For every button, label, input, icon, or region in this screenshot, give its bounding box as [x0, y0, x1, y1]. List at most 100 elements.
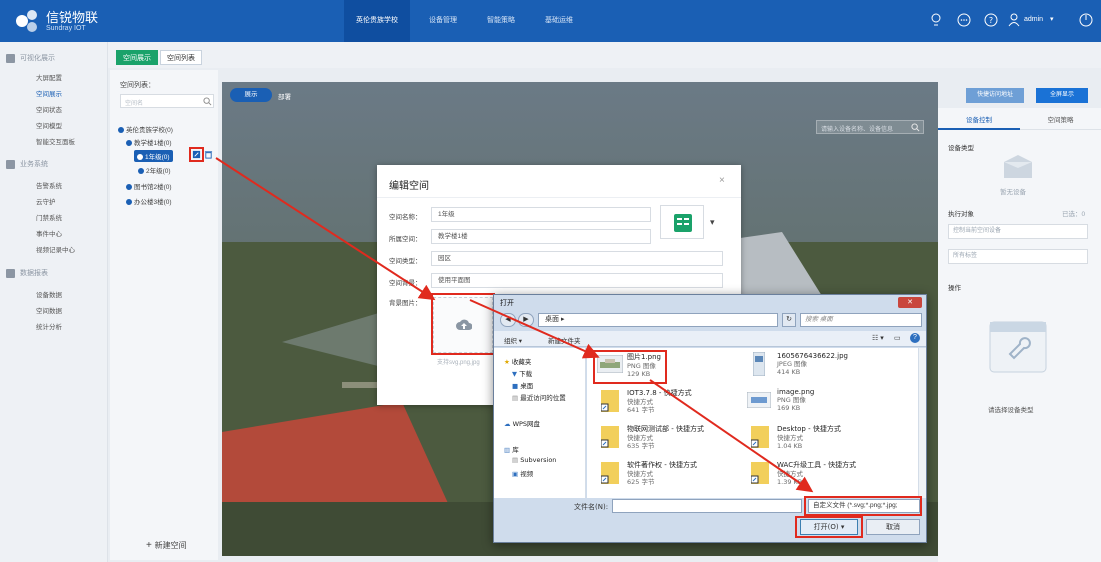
file-name-text: 物联网测试部 - 快捷方式 快捷方式 635 字节 — [627, 424, 747, 450]
delete-icon[interactable] — [204, 150, 213, 159]
nav-ops[interactable]: 基础运维 — [534, 0, 584, 42]
space-name-label: 空间名称： — [389, 214, 422, 221]
download-folder-icon: ▼ — [512, 370, 517, 378]
user-icon[interactable] — [1006, 12, 1022, 28]
tab-space-policy[interactable]: 空间策略 — [1020, 114, 1101, 130]
message-icon[interactable] — [956, 12, 972, 28]
tree-node-label: 图书馆2楼(0) — [134, 184, 172, 191]
refresh-icon[interactable]: ↻ — [782, 313, 796, 327]
tree-node-root[interactable]: 英伦贵族学校(0) — [118, 124, 173, 134]
file-search-input[interactable]: 搜索 桌面 — [800, 313, 922, 327]
sidebar-item-cloud-guard[interactable]: 云守护 — [36, 196, 56, 206]
icon-picker[interactable] — [660, 205, 704, 239]
nav-device-mgmt[interactable]: 设备管理 — [418, 0, 468, 42]
sidebar-item-big-screen[interactable]: 大屏配置 — [36, 72, 62, 82]
file-list-scrollbar[interactable] — [918, 348, 926, 498]
cancel-button[interactable]: 取消 — [866, 519, 920, 535]
sidebar-item-statistics[interactable]: 统计分析 — [36, 321, 62, 331]
nav-recent[interactable]: ▤ 最近访问的位置 — [512, 392, 566, 402]
sidebar-item-space-data[interactable]: 空间数据 — [36, 305, 62, 315]
right-panel: 设备控制 空间策略 设备类型 暂无设备 执行对象 已选：0 控制当前空间设备 所… — [938, 108, 1101, 562]
organize-button[interactable]: 组织 ▾ — [504, 335, 522, 345]
sidebar-item-alarm[interactable]: 告警系统 — [36, 180, 62, 190]
sidebar-item-smart-panel[interactable]: 智能交互面板 — [36, 136, 75, 146]
nav-favorites[interactable]: ★ 收藏夹 — [504, 356, 531, 366]
filename-input[interactable] — [612, 499, 802, 513]
annotation-open-highlight — [795, 516, 863, 538]
nav-smart-policy[interactable]: 智能策略 — [476, 0, 526, 42]
parent-space-select[interactable]: 教学楼1楼 — [431, 229, 651, 244]
sidebar-item-video[interactable]: 视频记录中心 — [36, 244, 75, 254]
empty-box-icon — [1004, 155, 1032, 178]
nav-library-label: 库 — [512, 446, 519, 454]
sidebar-item-access[interactable]: 门禁系统 — [36, 212, 62, 222]
help-icon[interactable]: ? — [910, 333, 920, 343]
nav-wps-cloud[interactable]: ☁ WPS网盘 — [504, 418, 540, 428]
file-name-text: Desktop - 快捷方式 快捷方式 1.04 KB — [777, 424, 887, 450]
space-type-select[interactable]: 园区 — [431, 251, 723, 266]
nav-videos[interactable]: ▣ 视频 — [512, 468, 533, 478]
tag-select[interactable]: 所有标签 — [948, 249, 1088, 264]
dashboard-icon — [6, 54, 15, 63]
space-bg-select[interactable]: 使用平面图 — [431, 273, 723, 288]
quick-access-button[interactable]: 快捷访问地址 — [966, 88, 1024, 103]
forward-button[interactable]: ▶ — [518, 313, 534, 327]
file-size: 169 KB — [777, 404, 801, 412]
nav-downloads[interactable]: ▼ 下载 — [512, 368, 532, 378]
file-type: 快捷方式 — [627, 470, 653, 478]
preview-pane-icon[interactable]: ▭ — [894, 334, 901, 342]
sidebar-group-business[interactable]: 业务系统 — [20, 159, 48, 169]
search-icon[interactable] — [203, 97, 212, 106]
tree-node-grade2[interactable]: 2年级(0) — [138, 165, 171, 175]
folder-shortcut-icon — [751, 426, 769, 448]
display-label: 展示 — [244, 91, 258, 98]
window-close-button[interactable]: ✕ — [898, 297, 922, 308]
close-icon[interactable]: × — [719, 175, 725, 186]
nav-videos-label: 视频 — [520, 470, 534, 478]
space-name-input[interactable]: 1年级 — [431, 207, 651, 222]
logo-icon — [16, 10, 37, 32]
sidebar-group-report[interactable]: 数据报表 — [20, 268, 48, 278]
lightbulb-icon[interactable] — [928, 12, 944, 28]
view-mode-icon[interactable]: ☷ ▾ — [872, 334, 884, 342]
tree-title: 空间列表： — [120, 82, 155, 89]
device-select[interactable]: 控制当前空间设备 — [948, 224, 1088, 239]
sidebar-item-space-display[interactable]: 空间展示 — [36, 88, 62, 98]
nav-library[interactable]: ▥ 库 — [504, 444, 519, 454]
file-name-text: 软件著作权 - 快捷方式 快捷方式 625 字节 — [627, 460, 747, 486]
display-button[interactable]: 展示 — [230, 88, 272, 102]
search-icon[interactable] — [911, 123, 920, 132]
tab-space-display[interactable]: 空间展示 — [116, 50, 158, 65]
sidebar-group-visual[interactable]: 可视化展示 — [20, 53, 55, 63]
icon-picker-chevron-icon[interactable]: ▾ — [710, 217, 715, 228]
fullscreen-button[interactable]: 全屏显示 — [1036, 88, 1088, 103]
tree-node-building1[interactable]: 教学楼1楼(0) — [126, 137, 172, 147]
tab-space-list[interactable]: 空间列表 — [160, 50, 202, 65]
layout-button[interactable]: 部署 — [278, 91, 291, 101]
tab-device-control[interactable]: 设备控制 — [938, 114, 1020, 130]
logout-icon[interactable] — [1078, 12, 1094, 28]
file-list: 图片1.png PNG 图像 129 KB 1605676436622.jpg JPE… — [587, 348, 918, 498]
address-bar[interactable]: 桌面 ▸ — [538, 313, 778, 327]
nav-desktop[interactable]: ■ 桌面 — [512, 380, 533, 390]
chevron-down-icon[interactable]: ▾ — [1050, 15, 1054, 23]
tree-node-library[interactable]: 图书馆2楼(0) — [126, 181, 172, 191]
sidebar-item-events[interactable]: 事件中心 — [36, 228, 62, 238]
sidebar-item-space-status[interactable]: 空间状态 — [36, 104, 62, 114]
help-icon[interactable]: ? — [983, 12, 999, 28]
back-button[interactable]: ◀ — [500, 313, 516, 327]
folder-shortcut-icon — [601, 462, 619, 484]
sidebar-item-device-data[interactable]: 设备数据 — [36, 289, 62, 299]
file-type: 快捷方式 — [777, 434, 803, 442]
add-space-button[interactable]: + 新建空间 — [146, 540, 187, 551]
nav-subversion[interactable]: ▤ Subversion — [512, 456, 556, 464]
nav-school[interactable]: 英伦贵族学校 — [344, 0, 410, 42]
tree-node-grade1[interactable]: 1年级(0) — [134, 150, 173, 162]
sidebar-item-space-model[interactable]: 空间模型 — [36, 120, 62, 130]
scene-search-input[interactable]: 请输入设备名称、设备信息 — [816, 120, 924, 134]
tree-search-input[interactable]: 空间名 — [120, 94, 214, 108]
tab-bar: 空间展示 空间列表 — [108, 42, 1101, 68]
user-name[interactable]: admin — [1024, 16, 1043, 23]
tree-node-office[interactable]: 办公楼3楼(0) — [126, 196, 172, 206]
new-folder-button[interactable]: 新建文件夹 — [548, 335, 581, 345]
